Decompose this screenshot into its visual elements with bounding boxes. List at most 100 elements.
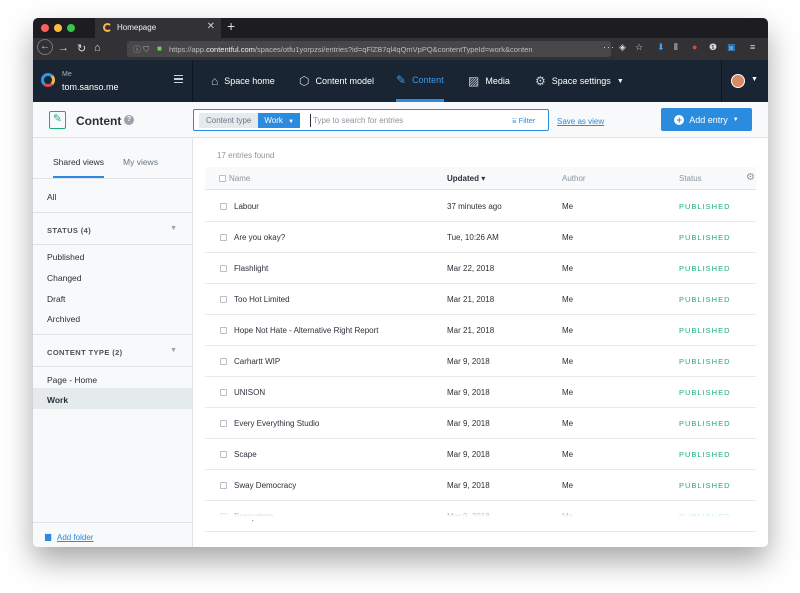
row-checkbox[interactable]	[220, 389, 227, 396]
avatar[interactable]	[731, 74, 745, 88]
nav-content[interactable]: ✎ Content	[396, 60, 444, 102]
row-checkbox[interactable]	[220, 482, 227, 489]
nav-space-settings[interactable]: ⚙ Space settings ▼	[535, 60, 624, 102]
row-checkbox[interactable]	[220, 296, 227, 303]
table-row[interactable]: Hope Not Hate - Alternative Right Report…	[205, 315, 756, 346]
sidebar-item-published[interactable]: Published	[47, 252, 84, 262]
section-title: CONTENT TYPE (2)	[47, 348, 123, 357]
entry-name[interactable]: Labour	[234, 202, 259, 211]
bookmark-star-icon[interactable]: ☆	[635, 42, 643, 53]
table-row[interactable]: Scape Mar 9, 2018 Me PUBLISHED	[205, 439, 756, 470]
row-checkbox[interactable]	[220, 203, 227, 210]
add-entry-button[interactable]: + Add entry ▼	[661, 108, 752, 131]
row-checkbox[interactable]	[220, 420, 227, 427]
column-name[interactable]: Name	[229, 174, 250, 183]
sidebar-item-archived[interactable]: Archived	[47, 314, 80, 324]
row-checkbox[interactable]	[220, 451, 227, 458]
table-row[interactable]: Carhartt WIP Mar 9, 2018 Me PUBLISHED	[205, 346, 756, 377]
entry-name[interactable]: UNISON	[234, 388, 265, 397]
entry-name[interactable]: Are you okay?	[234, 233, 285, 242]
tab-my-views[interactable]: My views	[123, 157, 158, 167]
row-checkbox[interactable]	[220, 265, 227, 272]
status-section-header[interactable]: STATUS (4) ▼	[33, 212, 193, 245]
extension-2-icon[interactable]: ▣	[727, 42, 736, 53]
entry-name[interactable]: Hope Not Hate - Alternative Right Report	[234, 326, 379, 335]
entry-name[interactable]: Scape	[234, 450, 257, 459]
save-as-view-link[interactable]: Save as view	[557, 117, 604, 126]
help-icon[interactable]: ?	[124, 115, 134, 125]
chevron-down-icon[interactable]: ▼	[751, 76, 758, 83]
entry-name[interactable]: Sway Democracy	[234, 481, 296, 490]
browser-tab[interactable]: Homepage ✕	[95, 18, 221, 38]
site-info-icon[interactable]: ⓘ ⛉	[133, 44, 149, 55]
row-checkbox[interactable]	[220, 358, 227, 365]
entry-author: Me	[562, 481, 574, 490]
table-row[interactable]: Too Hot Limited Mar 21, 2018 Me PUBLISHED	[205, 284, 756, 315]
gear-icon[interactable]: ⚙	[746, 172, 755, 183]
menu-icon[interactable]: ≡	[750, 42, 755, 52]
sidebar-item-draft[interactable]: Draft	[47, 294, 65, 304]
select-all-checkbox[interactable]	[219, 175, 226, 182]
entry-name[interactable]: Carhartt WIP	[234, 357, 280, 366]
back-icon[interactable]: ←	[37, 39, 53, 55]
library-icon[interactable]: ⫴	[674, 42, 678, 53]
close-window-button[interactable]	[41, 24, 49, 32]
tab-shared-views[interactable]: Shared views	[53, 157, 105, 178]
collapse-icon[interactable]: ▼	[170, 347, 177, 354]
new-tab-icon[interactable]: +	[227, 18, 235, 34]
browser-window: Homepage ✕ + ← → ↻ ⌂ ⓘ ⛉ ■ https://app.c…	[33, 18, 768, 547]
url-bar[interactable]: ⓘ ⛉ ■ https://app.contentful.com/spaces/…	[127, 41, 611, 57]
gear-icon: ⚙	[535, 74, 546, 88]
extension-icon[interactable]: ❶	[709, 42, 717, 53]
search-input[interactable]	[310, 114, 500, 127]
add-folder-link[interactable]: Add folder	[57, 533, 93, 542]
minimize-window-button[interactable]	[54, 24, 62, 32]
close-tab-icon[interactable]: ✕	[207, 21, 215, 32]
sidebar-item-changed[interactable]: Changed	[47, 273, 82, 283]
table-row[interactable]: Labour 37 minutes ago Me PUBLISHED	[205, 191, 756, 222]
adblock-icon[interactable]: ●	[692, 42, 697, 52]
page-actions-icon[interactable]: ···	[603, 42, 615, 52]
table-row[interactable]: Every Everything Studio Mar 9, 2018 Me PUBL…	[205, 408, 756, 439]
filter-button[interactable]: ⩸ Filter	[512, 116, 535, 126]
nav-content-model[interactable]: ⬡ Content model	[299, 60, 374, 102]
table-row[interactable]: UNISON Mar 9, 2018 Me PUBLISHED	[205, 377, 756, 408]
filter-value[interactable]: Work ▼	[258, 113, 301, 128]
sidebar-item-work[interactable]: Work	[47, 395, 68, 405]
hamburger-icon[interactable]	[174, 75, 183, 83]
add-entry-label: Add entry	[689, 114, 728, 125]
reload-icon[interactable]: ↻	[77, 42, 86, 55]
org-switcher[interactable]: Me tom.sanso.me	[33, 60, 193, 102]
nav-space-home[interactable]: ⌂ Space home	[211, 60, 275, 102]
entry-author: Me	[562, 388, 574, 397]
column-updated[interactable]: Updated ▾	[447, 174, 485, 183]
entry-author: Me	[562, 326, 574, 335]
table-row[interactable]: Flashlight Mar 22, 2018 Me PUBLISHED	[205, 253, 756, 284]
pocket-icon[interactable]: ◈	[619, 42, 626, 53]
table-row[interactable]: Are you okay? Tue, 10:26 AM Me PUBLISHED	[205, 222, 756, 253]
download-icon[interactable]: ⬇	[657, 42, 665, 53]
forward-icon[interactable]: →	[58, 42, 69, 54]
entry-author: Me	[562, 264, 574, 273]
maximize-window-button[interactable]	[67, 24, 75, 32]
entry-updated: Tue, 10:26 AM	[447, 233, 499, 242]
row-checkbox[interactable]	[220, 327, 227, 334]
sidebar-item-page-home[interactable]: Page - Home	[47, 375, 97, 385]
entry-name[interactable]: Too Hot Limited	[234, 295, 290, 304]
org-label: Me	[62, 71, 72, 78]
lock-icon: ■	[157, 44, 162, 53]
content-type-filter-pill[interactable]: Content type Work ▼	[199, 113, 301, 128]
entry-name[interactable]: Flashlight	[234, 264, 268, 273]
sidebar-item-all[interactable]: All	[47, 192, 56, 202]
column-status[interactable]: Status	[679, 174, 702, 183]
column-author[interactable]: Author	[562, 174, 586, 183]
row-checkbox[interactable]	[220, 234, 227, 241]
collapse-icon[interactable]: ▼	[170, 225, 177, 232]
browser-tab-bar: Homepage ✕ +	[33, 18, 768, 38]
content-type-section-header[interactable]: CONTENT TYPE (2) ▼	[33, 334, 193, 367]
nav-media[interactable]: ▨ Media	[468, 60, 510, 102]
home-icon[interactable]: ⌂	[94, 42, 101, 54]
table-row[interactable]: Sway Democracy Mar 9, 2018 Me PUBLISHED	[205, 470, 756, 501]
entry-name[interactable]: Every Everything Studio	[234, 419, 319, 428]
search-box[interactable]: Content type Work ▼ ⩸ Filter	[193, 109, 549, 131]
